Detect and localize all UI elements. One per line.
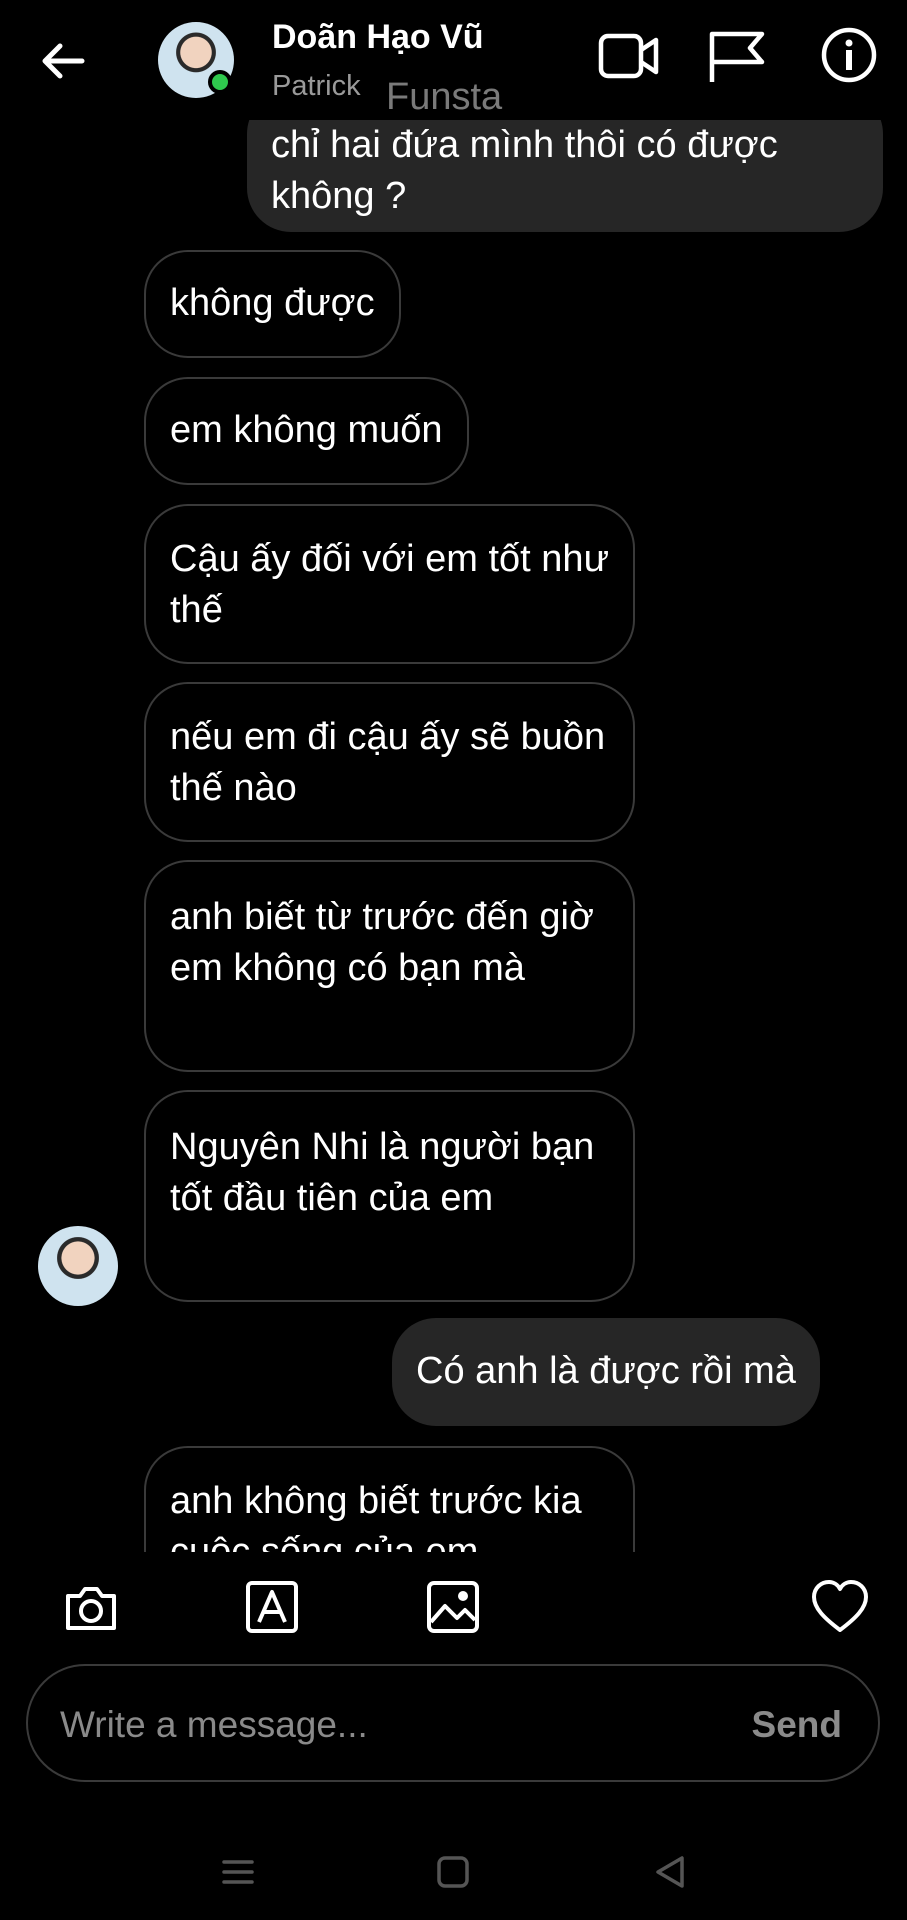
message-text: Cậu ấy đối với em tốt như thế xyxy=(170,538,610,631)
message-bubble-sent[interactable]: Có anh là được rồi mà xyxy=(392,1318,820,1426)
sender-avatar[interactable] xyxy=(38,1226,118,1306)
message-bubble-received[interactable]: anh biết từ trước đến giờ em không có bạ… xyxy=(144,860,635,1072)
message-text: anh biết từ trước đến giờ em không có bạ… xyxy=(170,896,594,989)
online-status-dot xyxy=(208,70,232,94)
message-text: em không muốn xyxy=(170,409,443,451)
contact-username: Patrick xyxy=(272,70,361,102)
message-input[interactable]: Write a message... Send xyxy=(26,1664,880,1782)
message-bubble-received[interactable]: nếu em đi cậu ấy sẽ buồn thế nào xyxy=(144,682,635,842)
flag-icon[interactable] xyxy=(706,30,768,82)
chat-header: Doãn Hạo Vũ Patrick Funsta xyxy=(0,0,907,120)
message-bubble-received[interactable]: Nguyên Nhi là người bạn tốt đầu tiên của… xyxy=(144,1090,635,1302)
system-navigation-bar xyxy=(0,1820,907,1920)
heart-icon[interactable] xyxy=(810,1578,870,1636)
text-sticker-icon[interactable] xyxy=(243,1578,301,1636)
message-text: Có anh là được rồi mà xyxy=(416,1350,796,1392)
message-text: Nguyên Nhi là người bạn tốt đầu tiên của… xyxy=(170,1126,595,1219)
message-bubble-received[interactable]: em không muốn xyxy=(144,377,469,485)
message-bubble-received[interactable]: Cậu ấy đối với em tốt như thế xyxy=(144,504,635,664)
video-camera-icon[interactable] xyxy=(598,30,660,82)
message-list[interactable]: chỉ hai đứa mình thôi có được không ? kh… xyxy=(0,120,907,1552)
overlay-text: Funsta xyxy=(386,76,503,118)
message-text: không được xyxy=(170,282,375,324)
info-icon[interactable] xyxy=(820,26,878,84)
contact-name[interactable]: Doãn Hạo Vũ xyxy=(272,18,484,57)
message-bubble-received[interactable]: không được xyxy=(144,250,401,358)
image-icon[interactable] xyxy=(424,1578,482,1636)
message-bubble-received[interactable]: anh không biết trước kia cuộc sống của e… xyxy=(144,1446,635,1552)
menu-icon[interactable] xyxy=(218,1852,258,1892)
send-button[interactable]: Send xyxy=(752,1704,842,1746)
message-bubble-sent[interactable]: chỉ hai đứa mình thôi có được không ? xyxy=(247,120,883,232)
message-input-placeholder: Write a message... xyxy=(60,1704,368,1745)
camera-icon[interactable] xyxy=(62,1578,120,1636)
message-text: anh không biết trước kia cuộc sống của e… xyxy=(170,1480,582,1552)
arrow-left-icon[interactable] xyxy=(38,36,88,86)
triangle-back-icon[interactable] xyxy=(650,1852,690,1892)
message-text: chỉ hai đứa mình thôi có được không ? xyxy=(271,124,778,217)
message-text: nếu em đi cậu ấy sẽ buồn thế nào xyxy=(170,716,606,809)
square-icon[interactable] xyxy=(433,1852,473,1892)
